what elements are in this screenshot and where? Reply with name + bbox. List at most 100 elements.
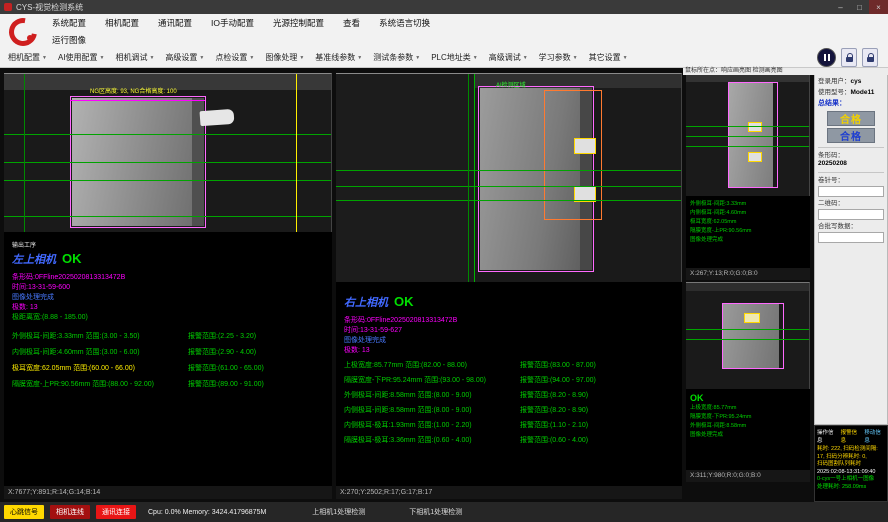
chevron-down-icon: ▼ <box>249 55 254 61</box>
lock-button-1[interactable] <box>841 48 857 67</box>
lower-camera-processing-text: 下相机1处理检测 <box>409 507 462 517</box>
batch-data-row: 合批写数据： <box>818 223 884 243</box>
toolbar-tab-teststrip-params[interactable]: 测试条参数▼ <box>371 50 422 65</box>
model-row: 使用型号：Mode11 <box>818 89 884 97</box>
camera-image-left[interactable]: NG区高度: 93, NG合格高度: 100 <box>4 73 332 232</box>
pixel-coords-left: X:7677;Y:891;R:14;G:14;B:14 <box>4 486 332 499</box>
qrcode-input[interactable] <box>818 209 884 220</box>
camera-image-right[interactable]: AI检测区域 <box>336 73 682 282</box>
measure-line-green <box>336 170 681 171</box>
menu-item-io-manual-config[interactable]: IO手动配置 <box>209 16 256 30</box>
measurement-row: 隔膜极耳-极耳:3.36mm 范围:(0.60 - 4.00)报警范围:(0.6… <box>344 437 674 445</box>
panel-divider <box>818 147 884 148</box>
toolbar-tab-label: 图像处理 <box>265 52 297 63</box>
side-camera-2-text: OK 上极宽度:85.77mm 隔膜宽度-下PR:95.24mm 外侧极耳-间距… <box>686 389 810 440</box>
toolbar-tab-ai-config[interactable]: AI使用配置▼ <box>56 50 107 65</box>
maximize-button[interactable]: □ <box>850 0 869 14</box>
time-text: 时间:13-31-59-600 <box>12 283 324 293</box>
lock-icon <box>846 57 853 62</box>
toolbar-tab-learning-params[interactable]: 学习参数▼ <box>537 50 580 65</box>
side-measure-line: 图像处理完成 <box>690 236 806 245</box>
menu-item-comm-config[interactable]: 通讯配置 <box>156 16 194 30</box>
measure-line-green <box>4 162 331 163</box>
measure-line-green <box>4 134 331 135</box>
measure-line-green <box>4 180 331 181</box>
chevron-down-icon: ▼ <box>149 55 154 61</box>
tab-alarm-info[interactable]: 报警信息 <box>841 428 862 444</box>
menu-sub-row: 运行图像 <box>50 32 88 47</box>
menu-item-view[interactable]: 查看 <box>341 16 362 30</box>
measurement-row: 外侧极耳-间距:3.33mm 范围:(3.00 - 3.50)报警范围:(2.2… <box>12 333 324 341</box>
camera-link-status-badge: 相机连线 <box>50 505 90 519</box>
pole-count-text: 极数: 13 <box>344 346 674 356</box>
toolbar-tab-camera-config[interactable]: 相机配置▼ <box>6 50 49 65</box>
model-value: Mode11 <box>851 89 875 96</box>
measurement-row: 隔膜宽度-下PR:95.24mm 范围:(93.00 - 98.00)报警范围:… <box>344 377 674 385</box>
menu-item-camera-config[interactable]: 相机配置 <box>103 16 141 30</box>
info-log-tabs: 操作信息 报警信息 移动信息 <box>817 428 885 444</box>
chevron-down-icon: ▼ <box>199 55 204 61</box>
toolbar-tab-spot-check[interactable]: 点检设置▼ <box>213 50 256 65</box>
toolbar-tab-advanced-settings[interactable]: 高级设置▼ <box>163 50 206 65</box>
toolbar-tab-plc-address[interactable]: PLC地址类▼ <box>429 50 480 65</box>
chevron-down-icon: ▼ <box>473 55 478 61</box>
cpu-memory-text: Cpu: 0.0% Memory: 3424.41796875M <box>148 509 266 516</box>
toolbar-tab-advanced-debug[interactable]: 高级调试▼ <box>487 50 530 65</box>
roll-needle-input[interactable] <box>818 186 884 197</box>
toolbar-tab-image-processing[interactable]: 图像处理▼ <box>263 50 306 65</box>
tab-operation-info[interactable]: 操作信息 <box>817 428 838 444</box>
logo-dot-icon <box>27 35 33 41</box>
chevron-down-icon: ▼ <box>42 55 47 61</box>
side-camera-1-text: 外侧极耳-间距:3.33mm 内侧极耳-间距:4.60mm 极耳宽度:62.05… <box>686 196 810 245</box>
toolbar-tab-label: 其它设置 <box>589 52 621 63</box>
part-connector <box>200 109 235 126</box>
info-panel: 登录用户：cys 使用型号：Mode11 总结果： 合格 合格 条形码： 202… <box>814 73 888 502</box>
app-logo <box>5 17 43 45</box>
tab-run-image[interactable]: 运行图像 <box>50 33 88 47</box>
side-measure-line: 隔膜宽度-上PR:90.56mm <box>690 227 806 236</box>
toolbar-tab-baseline-params[interactable]: 基准线参数▼ <box>313 50 364 65</box>
close-button[interactable]: × <box>869 0 888 14</box>
pixel-coords-right: X:270;Y:2502;R:17;G:17;B:17 <box>336 486 682 499</box>
side-measure-line: 隔膜宽度-下PR:95.24mm <box>690 413 806 422</box>
measurement-row: 上极宽度:85.77mm 范围:(82.00 - 88.00)报警范围:(83.… <box>344 362 674 370</box>
measure-line-green <box>686 146 809 147</box>
feature-highlight <box>748 152 762 162</box>
tab-motion-info[interactable]: 移动信息 <box>864 428 885 444</box>
toolbar-tab-other-settings[interactable]: 其它设置▼ <box>587 50 630 65</box>
side-camera-status-ok: OK <box>690 393 806 404</box>
side-camera-view-2: OK 上极宽度:85.77mm 隔膜宽度-下PR:95.24mm 外侧极耳-间距… <box>686 282 810 482</box>
pause-icon <box>828 54 830 61</box>
camera-name: 左上相机 <box>12 251 56 267</box>
menu-item-language-switch[interactable]: 系统语言切换 <box>377 16 432 30</box>
menu-item-system-config[interactable]: 系统配置 <box>50 16 88 30</box>
pixel-coords-side-2: X:311;Y:980;R:0;G:0;B:0 <box>686 470 810 482</box>
menu-item-light-control-config[interactable]: 光源控制配置 <box>271 16 326 30</box>
side-camera-image-2[interactable] <box>686 282 810 389</box>
login-user-row: 登录用户：cys <box>818 78 884 86</box>
camera-status-ok: OK <box>62 251 82 266</box>
result-badge-bottom: 合格 <box>827 128 875 143</box>
side-camera-view-1: 外侧极耳-间距:3.33mm 内侧极耳-间距:4.60mm 极耳宽度:62.05… <box>686 73 810 280</box>
measure-value: 极耳宽度:62.05mm 范围:(60.00 - 66.00) <box>12 365 188 373</box>
alarm-range: 报警范围:(1.10 - 2.10) <box>520 422 674 430</box>
side-measure-line: 外侧极耳-间距:3.33mm <box>690 200 806 209</box>
side-measure-line: 图像处理完成 <box>690 431 806 440</box>
batch-data-input[interactable] <box>818 232 884 243</box>
side-camera-image-1[interactable] <box>686 73 810 196</box>
measure-value: 内侧极耳-间距:4.60mm 范围:(3.00 - 6.00) <box>12 349 188 357</box>
window-controls: – □ × <box>831 0 888 14</box>
minimize-button[interactable]: – <box>831 0 850 14</box>
pause-button[interactable] <box>817 48 836 67</box>
lock-button-2[interactable] <box>862 48 878 67</box>
comm-link-status-badge: 通讯连接 <box>96 505 136 519</box>
side-measure-line: 内侧极耳-间距:4.60mm <box>690 209 806 218</box>
image-band <box>686 283 809 291</box>
info-panel-log: 操作信息 报警信息 移动信息 耗时: 222, 扫码检测间隔: 17, 扫码分辨… <box>814 425 888 502</box>
camera-status-ok: OK <box>394 294 414 309</box>
pole-count-text: 极数: 13 <box>12 303 324 313</box>
time-text: 时间:13-31-59-627 <box>344 326 674 336</box>
toolbar-tab-camera-debug[interactable]: 相机调试▼ <box>113 50 156 65</box>
measure-line-green <box>686 329 809 330</box>
chevron-down-icon: ▼ <box>357 55 362 61</box>
